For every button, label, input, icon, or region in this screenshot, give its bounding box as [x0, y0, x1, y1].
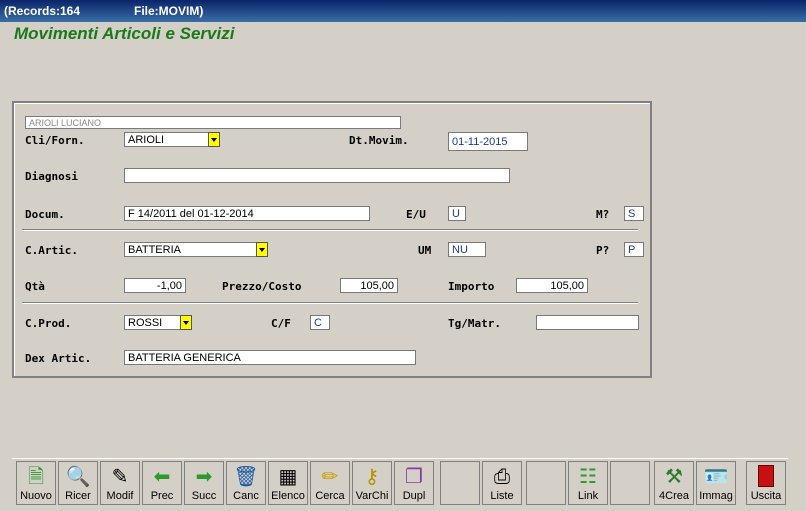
ricer-button[interactable]: 🔍 Ricer — [58, 461, 98, 505]
build-icon: ⚒ — [665, 466, 683, 488]
elenco-button[interactable]: ▦ Elenco — [268, 461, 308, 505]
cf-field[interactable]: C — [310, 315, 330, 330]
empty-button[interactable] — [610, 461, 650, 505]
keys-icon: ⚷ — [364, 466, 380, 488]
cli-forn-select[interactable]: ARIOLI — [124, 132, 210, 147]
modif-button[interactable]: ✎ Modif — [100, 461, 140, 505]
p-field[interactable]: P — [624, 242, 644, 257]
c-artic-select[interactable]: BATTERIA — [124, 242, 258, 257]
arrow-right-icon: ➡ — [195, 466, 213, 488]
canc-button[interactable]: 🗑 Canc — [226, 461, 266, 505]
table-icon: ▦ — [278, 466, 298, 488]
toolbar: 🗎 Nuovo 🔍 Ricer ✎ Modif ⬅ Prec ➡ Succ 🗑 Canc ▦… — [12, 458, 788, 507]
docum-label: Docum. — [25, 208, 65, 221]
arrow-left-icon: ⬅ — [153, 466, 171, 488]
separator — [22, 229, 638, 231]
magnifier-icon: 🔍 — [65, 466, 91, 488]
docum-field[interactable]: F 14/2011 del 01-12-2014 — [124, 206, 370, 221]
records-count: (Records:164 — [4, 4, 81, 18]
cerca-button[interactable]: ✏ Cerca — [310, 461, 350, 505]
highlighter-icon: ✏ — [321, 466, 339, 488]
dex-label: Dex Artic. — [25, 352, 92, 365]
form-panel — [12, 101, 652, 378]
title-bar: (Records:164 File:MOVIM) — [0, 0, 806, 22]
dupl-button[interactable]: ❐ Dupl — [394, 461, 434, 505]
immag-button[interactable]: 🪪 Immag — [696, 461, 736, 505]
exit-door-icon — [753, 465, 779, 489]
diagnosi-field[interactable] — [124, 168, 510, 183]
qta-field[interactable]: -1,00 — [124, 278, 186, 293]
id-card-icon: 🪪 — [703, 466, 729, 488]
qta-label: Qtà — [25, 280, 45, 293]
varchi-button[interactable]: ⚷ VarChi — [352, 461, 392, 505]
edit-icon: ✎ — [111, 466, 129, 488]
dex-field[interactable]: BATTERIA GENERICA — [124, 350, 416, 365]
c-prod-label: C.Prod. — [25, 317, 72, 330]
empty-button[interactable] — [440, 461, 480, 505]
separator — [22, 302, 638, 304]
importo-field[interactable]: 105,00 — [516, 278, 588, 293]
m-label: M? — [596, 208, 610, 221]
dt-movim-field[interactable]: 01-11-2015 — [448, 132, 528, 151]
diagnosi-label: Diagnosi — [25, 170, 78, 183]
prezzo-field[interactable]: 105,00 — [340, 278, 398, 293]
prezzo-label: Prezzo/Costo — [222, 280, 302, 293]
empty-button[interactable] — [526, 461, 566, 505]
cf-label: C/F — [271, 317, 291, 330]
new-doc-icon: 🗎 — [27, 466, 45, 488]
tree-icon: ☷ — [579, 466, 597, 488]
page-title: Movimenti Articoli e Servizi — [14, 24, 235, 43]
printer-icon: ⎙ — [494, 466, 510, 488]
link-button[interactable]: ☷ Link — [568, 461, 608, 505]
importo-label: Importo — [448, 280, 495, 293]
um-label: UM — [418, 244, 432, 257]
c-prod-select[interactable]: ROSSI — [124, 315, 182, 330]
cli-forn-label: Cli/Forn. — [25, 134, 85, 147]
tg-label: Tg/Matr. — [448, 317, 501, 330]
liste-button[interactable]: ⎙ Liste — [482, 461, 522, 505]
4crea-button[interactable]: ⚒ 4Crea — [654, 461, 694, 505]
nuovo-button[interactable]: 🗎 Nuovo — [16, 461, 56, 505]
duplicate-icon: ❐ — [405, 466, 423, 488]
cli-forn-dropdown-icon[interactable] — [208, 132, 220, 147]
eu-label: E/U — [406, 208, 426, 221]
tg-field[interactable] — [536, 315, 639, 330]
um-field[interactable]: NU — [448, 242, 486, 257]
p-label: P? — [596, 244, 610, 257]
dt-movim-label: Dt.Movim. — [349, 134, 409, 147]
prec-button[interactable]: ⬅ Prec — [142, 461, 182, 505]
client-name-field: ARIOLI LUCIANO — [25, 116, 401, 129]
trash-icon: 🗑 — [233, 466, 259, 488]
c-artic-dropdown-icon[interactable] — [256, 242, 268, 257]
succ-button[interactable]: ➡ Succ — [184, 461, 224, 505]
c-prod-dropdown-icon[interactable] — [180, 315, 192, 330]
eu-field[interactable]: U — [448, 206, 466, 221]
uscita-button[interactable]: Uscita — [746, 461, 786, 505]
file-name: File:MOVIM) — [134, 4, 204, 18]
m-field[interactable]: S — [624, 206, 644, 221]
c-artic-label: C.Artic. — [25, 244, 78, 257]
